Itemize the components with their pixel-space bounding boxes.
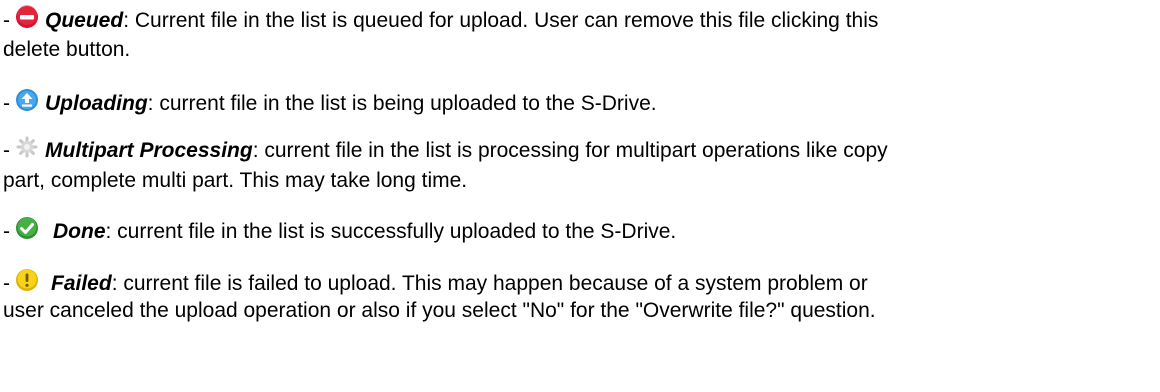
queued-status-line: - Queued: Current file in the list is qu…	[3, 5, 878, 34]
status-label-failed: Failed	[51, 272, 112, 295]
status-description-done: : current file in the list is successful…	[105, 220, 677, 243]
failed-status-line: - Failed: current file is failed to uplo…	[3, 268, 868, 297]
processing-status-line-continued: part, complete multi part. This may take…	[3, 168, 467, 194]
bullet-dash: -	[3, 220, 10, 243]
bullet-dash: -	[3, 92, 10, 115]
bullet-dash: -	[3, 272, 10, 295]
status-label-processing: Multipart Processing	[45, 139, 253, 162]
status-description-processing-continued: part, complete multi part. This may take…	[3, 169, 468, 192]
status-description-processing: : current file in the list is processing…	[252, 139, 888, 162]
status-description-uploading: : current file in the list is being uplo…	[147, 92, 657, 115]
checkmark-done-icon	[15, 216, 39, 240]
queued-status-line-continued: delete button.	[3, 37, 130, 63]
failed-status-line-continued: user canceled the upload operation or al…	[3, 298, 876, 324]
status-description-failed: : current file is failed to upload. This…	[111, 272, 868, 295]
uploading-status-line: - Uploading: current file in the list is…	[3, 88, 657, 117]
gear-processing-icon	[15, 135, 39, 159]
bullet-dash: -	[3, 139, 10, 162]
exclamation-warning-icon	[15, 268, 39, 292]
status-label-uploading: Uploading	[45, 92, 148, 115]
status-description-queued: : Current file in the list is queued for…	[123, 9, 879, 32]
done-status-line: - Done: current file in the list is succ…	[3, 216, 676, 245]
status-legend-document: - Queued: Current file in the list is qu…	[0, 0, 1160, 392]
delete-minus-icon	[15, 5, 39, 29]
status-label-queued: Queued	[45, 9, 124, 32]
bullet-dash: -	[3, 9, 10, 32]
status-description-queued-continued: delete button.	[3, 38, 131, 61]
status-label-done: Done	[53, 220, 106, 243]
processing-status-line: - Multipart Processing: current file in …	[3, 135, 888, 164]
upload-arrow-icon	[15, 88, 39, 112]
status-description-failed-continued: user canceled the upload operation or al…	[3, 299, 876, 322]
